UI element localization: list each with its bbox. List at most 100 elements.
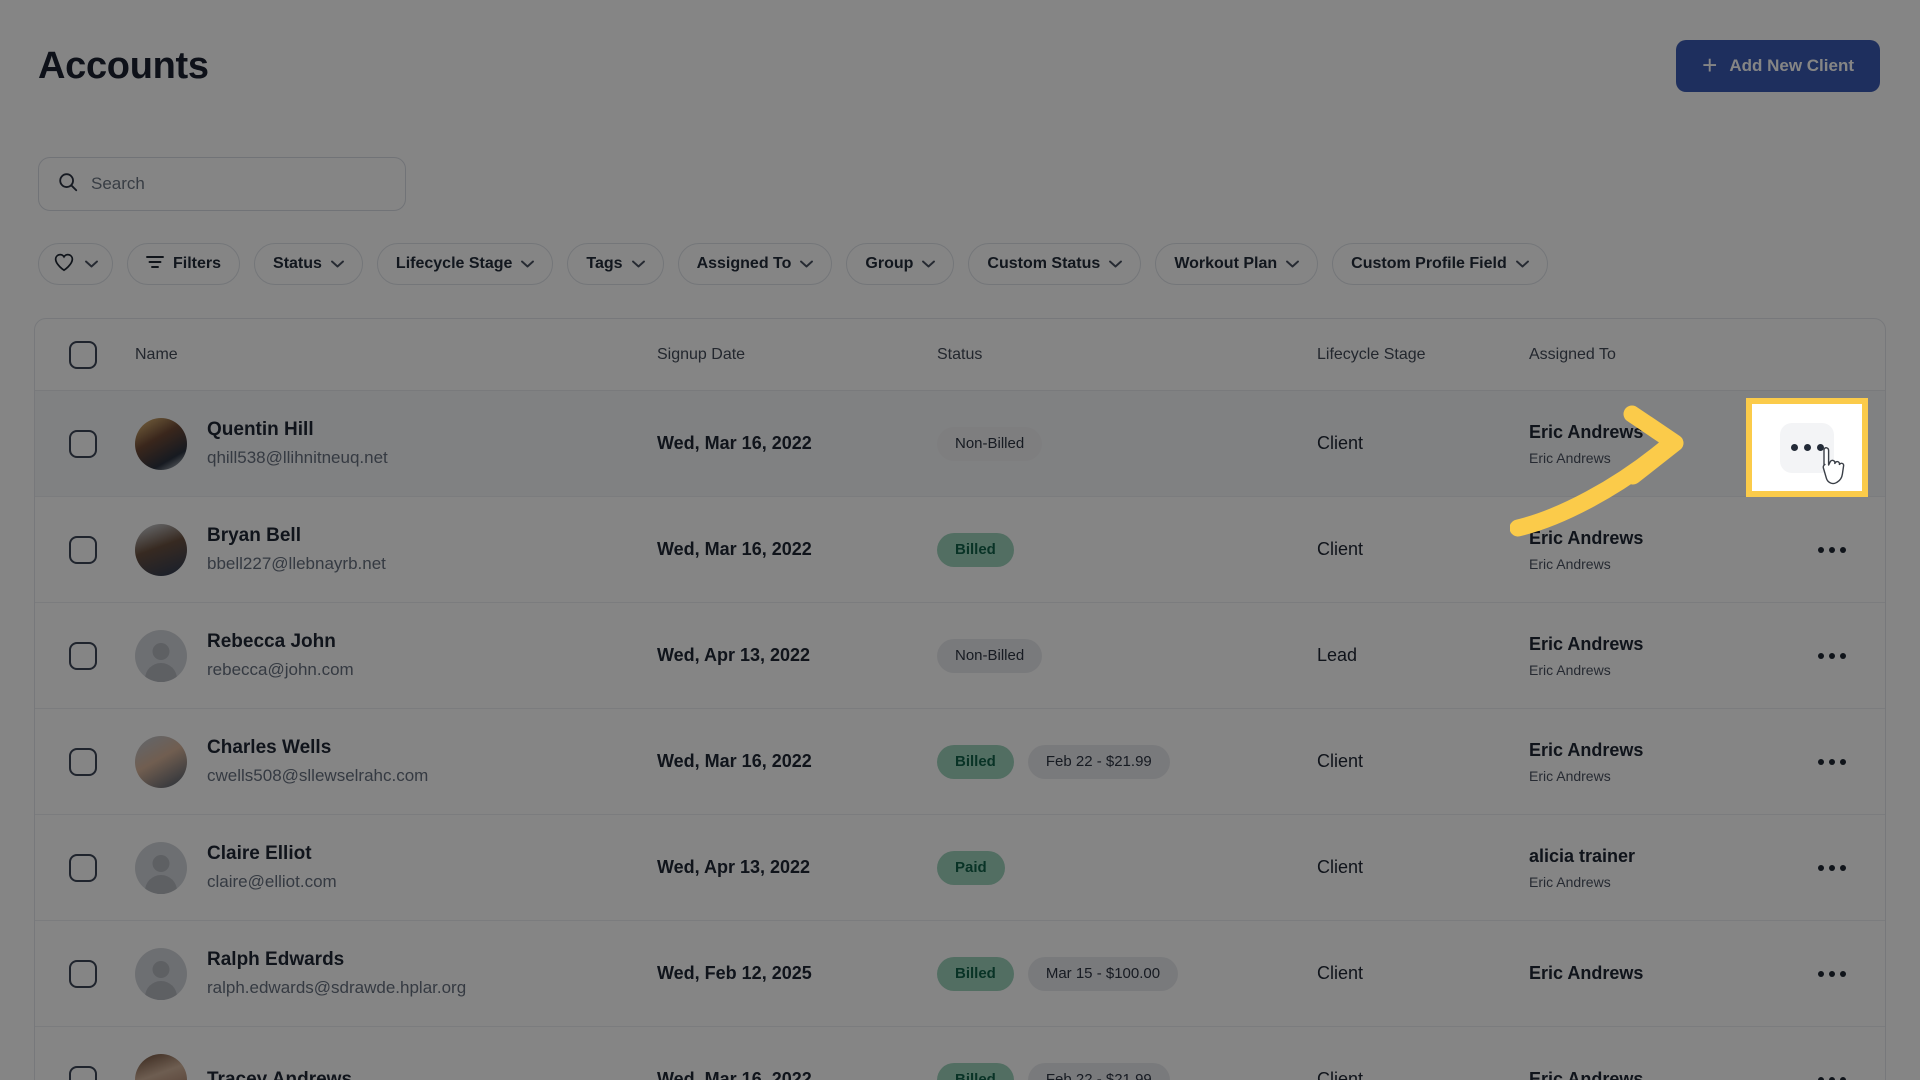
signup-date-cell: Wed, Mar 16, 2022 xyxy=(657,433,937,454)
row-actions-button[interactable] xyxy=(1804,526,1860,574)
row-actions-button[interactable] xyxy=(1804,738,1860,786)
group-filter-chip[interactable]: Group xyxy=(846,243,954,285)
filters-chip-label: Filters xyxy=(173,255,221,273)
row-checkbox[interactable] xyxy=(69,642,97,670)
table-row[interactable]: Charles Wellscwells508@sllewselrahc.comW… xyxy=(35,709,1885,815)
client-name: Claire Elliot xyxy=(207,841,337,867)
table-row[interactable]: Claire Elliotclaire@elliot.comWed, Apr 1… xyxy=(35,815,1885,921)
more-options-icon xyxy=(1818,759,1824,765)
column-header-signup-date: Signup Date xyxy=(657,346,937,364)
client-email: claire@elliot.com xyxy=(207,870,337,895)
signup-date: Wed, Feb 12, 2025 xyxy=(657,963,812,983)
heart-icon xyxy=(53,252,75,277)
assigned-to-name: Eric Andrews xyxy=(1529,1068,1779,1080)
search-input[interactable] xyxy=(91,174,387,194)
row-actions-cell xyxy=(1779,632,1885,680)
more-options-icon xyxy=(1829,1077,1835,1080)
lifecycle-stage-cell: Client xyxy=(1317,751,1529,772)
name-cell: Ralph Edwardsralph.edwards@sdrawde.hplar… xyxy=(97,947,657,1000)
client-email: bbell227@llebnayrb.net xyxy=(207,552,386,577)
favorites-filter-chip[interactable] xyxy=(38,243,113,285)
status-cell: Billed xyxy=(937,533,1317,567)
signup-date-cell: Wed, Apr 13, 2022 xyxy=(657,645,937,666)
row-actions-button[interactable] xyxy=(1804,844,1860,892)
row-checkbox[interactable] xyxy=(69,1066,97,1080)
more-options-icon xyxy=(1818,1077,1824,1080)
signup-date: Wed, Apr 13, 2022 xyxy=(657,645,810,665)
table-row[interactable]: Rebecca Johnrebecca@john.comWed, Apr 13,… xyxy=(35,603,1885,709)
more-options-icon xyxy=(1791,444,1798,451)
lifecycle-stage-cell: Client xyxy=(1317,539,1529,560)
row-checkbox[interactable] xyxy=(69,960,97,988)
status-badge: Billed xyxy=(937,1063,1014,1080)
client-email: cwells508@sllewselrahc.com xyxy=(207,764,428,789)
row-actions-button[interactable] xyxy=(1804,1056,1860,1080)
lifecycle-stage: Client xyxy=(1317,539,1363,559)
pointer-cursor-icon xyxy=(1818,447,1848,487)
payment-badge: Feb 22 - $21.99 xyxy=(1028,745,1170,779)
lifecycle-stage-filter-chip[interactable]: Lifecycle Stage xyxy=(377,243,554,285)
status-cell: Non-Billed xyxy=(937,639,1317,673)
row-checkbox[interactable] xyxy=(69,536,97,564)
more-options-icon xyxy=(1840,865,1846,871)
row-select-cell xyxy=(35,960,97,988)
tags-chip-label: Tags xyxy=(586,255,622,273)
more-options-icon xyxy=(1829,865,1835,871)
status-cell: Non-Billed xyxy=(937,427,1317,461)
row-checkbox[interactable] xyxy=(69,430,97,458)
select-all-checkbox[interactable] xyxy=(69,341,97,369)
group-chip-label: Group xyxy=(865,255,913,273)
client-name: Charles Wells xyxy=(207,735,428,761)
more-options-icon xyxy=(1818,971,1824,977)
assigned-to-name: alicia trainer xyxy=(1529,845,1779,868)
search-box[interactable] xyxy=(38,157,406,211)
status-cell: BilledMar 15 - $100.00 xyxy=(937,957,1317,991)
row-select-cell xyxy=(35,854,97,882)
status-chip-label: Status xyxy=(273,255,322,273)
row-checkbox[interactable] xyxy=(69,854,97,882)
table-row[interactable]: Ralph Edwardsralph.edwards@sdrawde.hplar… xyxy=(35,921,1885,1027)
client-name: Bryan Bell xyxy=(207,523,386,549)
signup-date: Wed, Mar 16, 2022 xyxy=(657,1069,812,1080)
filters-chip[interactable]: Filters xyxy=(127,243,240,285)
assigned-to-chip-label: Assigned To xyxy=(697,255,792,273)
row-select-cell xyxy=(35,1066,97,1080)
add-new-client-button[interactable]: + Add New Client xyxy=(1676,40,1880,92)
chevron-down-icon xyxy=(922,260,935,268)
page-title: Accounts xyxy=(38,45,209,88)
column-header-name: Name xyxy=(97,346,657,364)
assigned-to-sub: Eric Andrews xyxy=(1529,662,1779,678)
more-options-icon xyxy=(1804,444,1811,451)
select-all-cell xyxy=(35,341,97,369)
assigned-to-sub: Eric Andrews xyxy=(1529,768,1779,784)
row-actions-button[interactable] xyxy=(1804,950,1860,998)
chevron-down-icon xyxy=(632,260,645,268)
status-filter-chip[interactable]: Status xyxy=(254,243,363,285)
add-new-client-label: Add New Client xyxy=(1729,56,1854,76)
table-row[interactable]: Tracey AndrewsWed, Mar 16, 2022BilledFeb… xyxy=(35,1027,1885,1080)
signup-date: Wed, Mar 16, 2022 xyxy=(657,539,812,559)
row-actions-cell xyxy=(1779,738,1885,786)
more-options-icon xyxy=(1818,865,1824,871)
assigned-to-cell: Eric AndrewsEric Andrews xyxy=(1529,739,1779,784)
assigned-to-filter-chip[interactable]: Assigned To xyxy=(678,243,833,285)
spotlight-highlight xyxy=(1746,398,1868,497)
assigned-to-cell: Eric Andrews xyxy=(1529,962,1779,985)
custom-profile-field-chip-label: Custom Profile Field xyxy=(1351,255,1507,273)
custom-profile-field-filter-chip[interactable]: Custom Profile Field xyxy=(1332,243,1548,285)
row-actions-cell xyxy=(1779,526,1885,574)
annotation-arrow-icon xyxy=(1510,390,1760,540)
workout-plan-filter-chip[interactable]: Workout Plan xyxy=(1155,243,1318,285)
chevron-down-icon xyxy=(521,260,534,268)
more-options-icon xyxy=(1829,971,1835,977)
avatar xyxy=(135,524,187,576)
name-cell: Rebecca Johnrebecca@john.com xyxy=(97,629,657,682)
row-actions-button[interactable] xyxy=(1804,632,1860,680)
avatar xyxy=(135,948,187,1000)
custom-status-filter-chip[interactable]: Custom Status xyxy=(968,243,1141,285)
tags-filter-chip[interactable]: Tags xyxy=(567,243,663,285)
row-select-cell xyxy=(35,536,97,564)
custom-status-chip-label: Custom Status xyxy=(987,255,1100,273)
row-checkbox[interactable] xyxy=(69,748,97,776)
more-options-icon xyxy=(1840,759,1846,765)
